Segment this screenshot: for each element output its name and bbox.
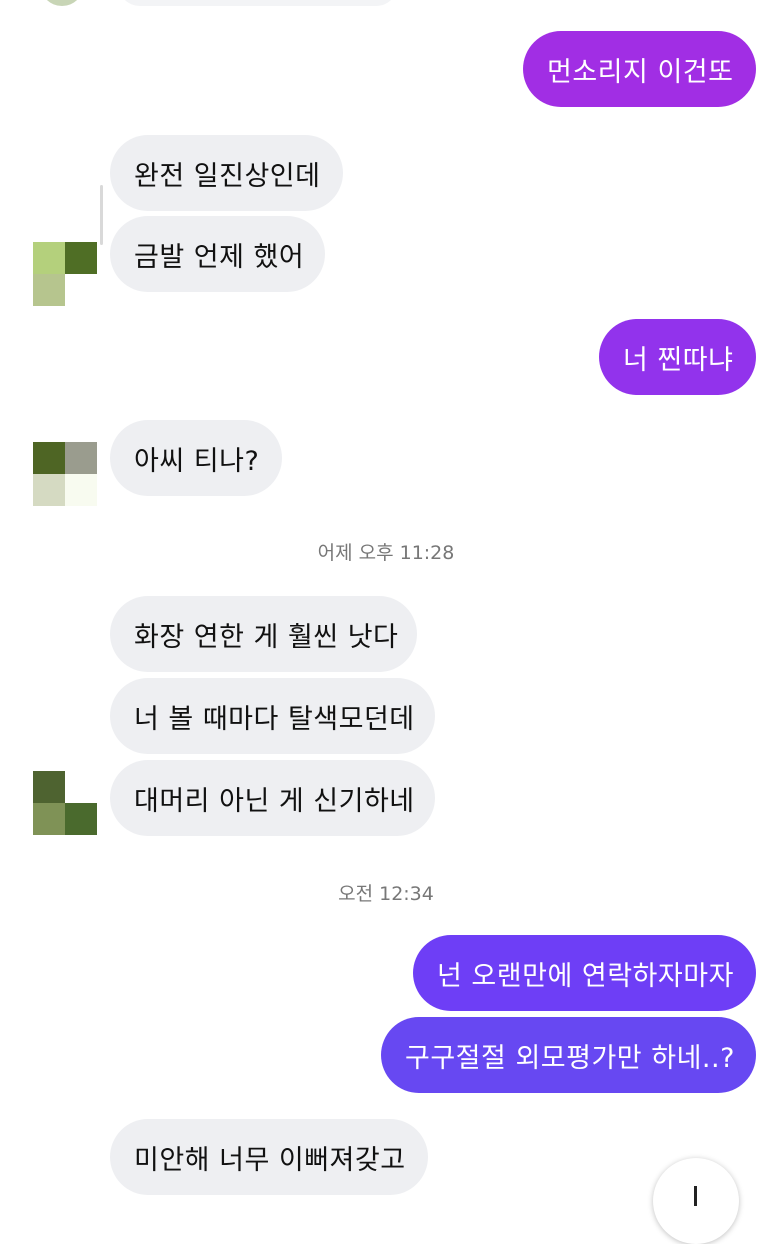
received-message[interactable]: 아씨 티나? xyxy=(110,420,282,496)
received-message[interactable]: 대머리 아닌 게 신기하네 xyxy=(110,760,435,836)
message-text: 너 찐따냐 xyxy=(623,344,734,376)
message-text: 너 볼 때마다 탈색모던데 xyxy=(134,703,415,735)
scroll-down-button[interactable] xyxy=(653,1158,739,1244)
message-text: 금발 언제 했어 xyxy=(134,241,305,273)
message-text: 구구절절 외모평가만 하네..? xyxy=(405,1042,735,1074)
scroll-indicator xyxy=(100,185,103,245)
received-message[interactable]: 화장 연한 게 훨씬 낫다 xyxy=(110,596,417,672)
avatar-partial xyxy=(40,0,84,6)
arrow-down-icon xyxy=(694,1186,697,1206)
message-text: 완전 일진상인데 xyxy=(134,160,321,192)
timestamp: 어제 오후 11:28 xyxy=(317,542,455,564)
message-text: 대머리 아닌 게 신기하네 xyxy=(134,785,415,817)
sent-message[interactable]: 넌 오랜만에 연락하자마자 xyxy=(413,935,756,1011)
message-bubble-partial xyxy=(118,0,398,6)
avatar[interactable] xyxy=(33,771,97,835)
message-text: 아씨 티나? xyxy=(134,445,260,477)
sent-message[interactable]: 너 찐따냐 xyxy=(599,319,756,395)
avatar[interactable] xyxy=(33,242,97,306)
sent-message[interactable]: 구구절절 외모평가만 하네..? xyxy=(381,1017,756,1093)
message-text: 미안해 너무 이뻐져갖고 xyxy=(134,1144,406,1176)
received-message[interactable]: 미안해 너무 이뻐져갖고 xyxy=(110,1119,428,1195)
received-message[interactable]: 완전 일진상인데 xyxy=(110,135,343,211)
avatar[interactable] xyxy=(33,442,97,506)
received-message[interactable]: 너 볼 때마다 탈색모던데 xyxy=(110,678,435,754)
sent-message[interactable]: 먼소리지 이건또 xyxy=(523,31,756,107)
received-message[interactable]: 금발 언제 했어 xyxy=(110,216,325,292)
timestamp: 오전 12:34 xyxy=(338,883,434,905)
message-text: 먼소리지 이건또 xyxy=(547,56,734,88)
message-text: 화장 연한 게 훨씬 낫다 xyxy=(134,621,399,653)
message-text: 넌 오랜만에 연락하자마자 xyxy=(437,960,734,992)
